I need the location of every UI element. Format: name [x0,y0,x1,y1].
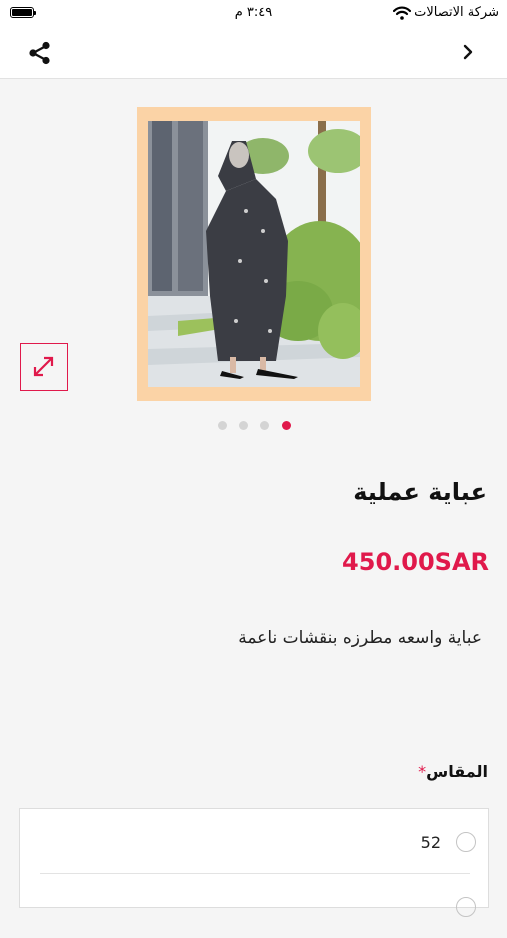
size-option-label: 52 [420,833,441,852]
size-option[interactable]: 52 [20,809,488,873]
chevron-right-icon[interactable] [462,43,474,61]
product-title: عباية عملية [353,478,487,506]
size-label: المقاس [426,762,488,781]
required-mark: * [418,762,427,781]
size-option[interactable] [20,874,488,938]
product-price: 450.00SAR [342,548,489,576]
pagination-dot[interactable] [239,421,248,430]
status-bar: ٣:٤٩ م شركة الاتصالات [0,0,507,28]
product-description: عباية واسعه مطرزه بنقشات ناعمة [238,628,482,648]
carrier-name: شركة الاتصالات [414,5,499,20]
product-image-frame[interactable] [137,107,371,401]
nav-bar [0,28,507,79]
share-icon[interactable] [27,40,53,66]
size-options: 52 [19,808,489,917]
pagination-dot[interactable] [260,421,269,430]
radio-button[interactable] [456,832,476,852]
expand-arrows-icon [33,356,54,377]
image-pagination [0,421,507,431]
wifi-icon [393,6,411,20]
radio-button[interactable] [456,897,476,917]
pagination-dot-active[interactable] [282,421,291,430]
expand-image-button[interactable] [20,343,68,391]
size-label-row: المقاس* [413,762,488,781]
product-photo [148,121,360,387]
pagination-dot[interactable] [218,421,227,430]
